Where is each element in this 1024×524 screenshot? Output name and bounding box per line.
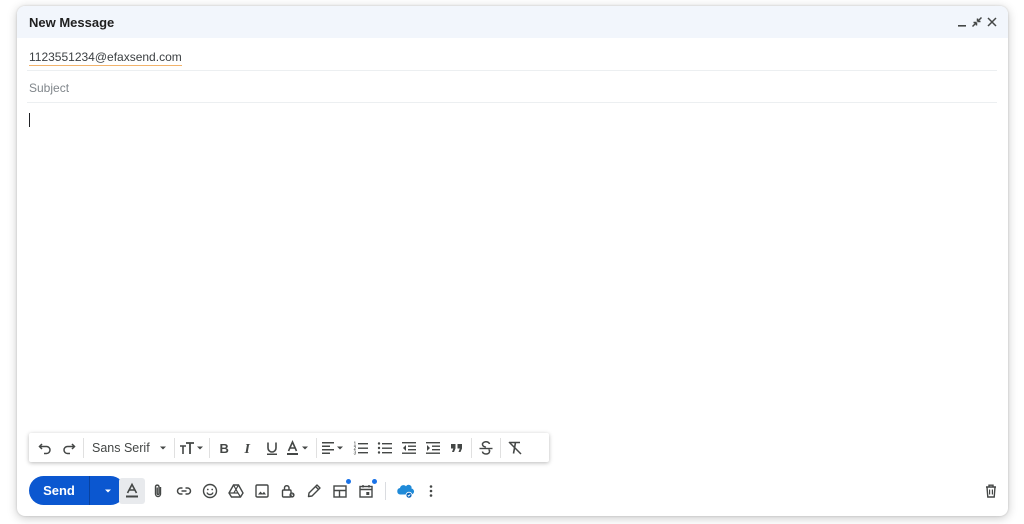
align-icon[interactable]	[319, 436, 349, 460]
new-feature-dot	[346, 479, 351, 484]
schedule-icon[interactable]	[353, 478, 379, 504]
new-feature-dot	[372, 479, 377, 484]
send-button-group: Send	[29, 476, 125, 505]
bottom-toolbar-icons	[119, 478, 444, 504]
bold-icon[interactable]: B	[212, 436, 236, 460]
recipient-chip[interactable]: 1123551234@efaxsend.com	[29, 50, 182, 66]
text-size-icon[interactable]	[177, 436, 207, 460]
signature-icon[interactable]	[301, 478, 327, 504]
redo-icon[interactable]	[57, 436, 81, 460]
underline-icon[interactable]	[260, 436, 284, 460]
svg-text:3: 3	[353, 450, 356, 456]
formatting-toolbar: Sans Serif B I 1 2 3	[29, 433, 549, 462]
numbered-list-icon[interactable]: 1 2 3	[349, 436, 373, 460]
message-body[interactable]	[27, 106, 997, 424]
toolbar-separator	[83, 437, 84, 458]
toolbar-separator	[470, 437, 472, 458]
subject-input[interactable]	[27, 77, 991, 99]
recipients-field[interactable]: 1123551234@efaxsend.com	[29, 48, 995, 68]
toolbar-separator	[173, 437, 175, 458]
quote-icon[interactable]	[445, 436, 469, 460]
indent-more-icon[interactable]	[421, 436, 445, 460]
toolbar-separator	[208, 437, 210, 458]
undo-icon[interactable]	[33, 436, 57, 460]
font-select[interactable]: Sans Serif	[86, 436, 172, 460]
drive-icon[interactable]	[223, 478, 249, 504]
text-caret	[29, 113, 30, 127]
indent-less-icon[interactable]	[397, 436, 421, 460]
discard-icon[interactable]	[978, 478, 1004, 504]
recipients-divider	[27, 70, 997, 71]
remove-formatting-icon[interactable]	[503, 436, 527, 460]
toolbar-separator	[315, 437, 317, 458]
subject-divider	[27, 102, 997, 103]
compose-window: New Message 1123551234@efaxsend.com Subj…	[17, 6, 1008, 516]
text-color-icon[interactable]	[284, 436, 314, 460]
chevron-down-icon	[159, 446, 166, 449]
photo-icon[interactable]	[249, 478, 275, 504]
svg-text:B: B	[219, 441, 228, 456]
attach-icon[interactable]	[145, 478, 171, 504]
bulleted-list-icon[interactable]	[373, 436, 397, 460]
link-icon[interactable]	[171, 478, 197, 504]
emoji-icon[interactable]	[197, 478, 223, 504]
compose-bottom-bar: Send	[17, 475, 1008, 507]
svg-text:I: I	[243, 442, 250, 456]
send-button[interactable]: Send	[29, 476, 89, 505]
chevron-down-icon	[104, 489, 111, 492]
italic-icon[interactable]: I	[236, 436, 260, 460]
compose-title: New Message	[29, 15, 115, 30]
layouts-icon[interactable]	[327, 478, 353, 504]
formatting-options-icon[interactable]	[119, 478, 145, 504]
toolbar-separator	[499, 437, 501, 458]
close-icon[interactable]	[983, 13, 1001, 31]
strikethrough-icon[interactable]	[474, 436, 498, 460]
addon-icon[interactable]	[392, 478, 418, 504]
compose-header[interactable]: New Message	[17, 6, 1008, 38]
font-select-label: Sans Serif	[92, 440, 150, 455]
confidential-mode-icon[interactable]	[275, 478, 301, 504]
more-options-icon[interactable]	[418, 478, 444, 504]
toolbar-separator	[385, 482, 386, 500]
